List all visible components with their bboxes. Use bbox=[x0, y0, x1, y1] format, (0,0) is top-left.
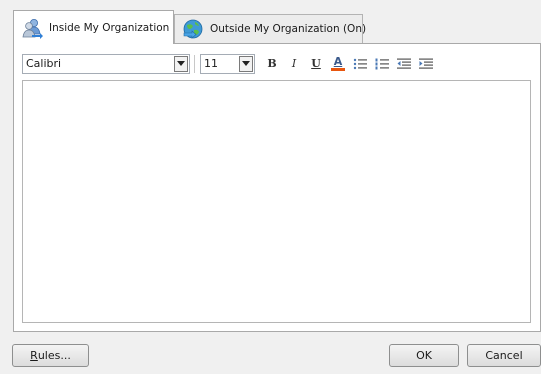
font-color-button[interactable]: A bbox=[329, 55, 347, 73]
toolbar-separator bbox=[194, 54, 195, 73]
ok-button[interactable]: OK bbox=[389, 344, 459, 367]
bold-button[interactable]: B bbox=[263, 55, 281, 73]
tab-outside-my-organization[interactable]: Outside My Organization (On) bbox=[174, 14, 367, 43]
globe-icon bbox=[182, 18, 204, 40]
font-color-icon: A bbox=[333, 55, 343, 68]
rules-label: ules... bbox=[37, 349, 71, 362]
message-editor[interactable] bbox=[22, 80, 531, 323]
italic-button[interactable]: I bbox=[285, 55, 303, 73]
font-name-value: Calibri bbox=[26, 57, 62, 70]
tab-inside-my-organization[interactable]: Inside My Organization bbox=[13, 10, 174, 44]
chevron-down-icon[interactable] bbox=[239, 55, 253, 72]
format-buttons: B I U A bbox=[263, 55, 439, 73]
rules-mnemonic: R bbox=[30, 349, 38, 362]
rules-button[interactable]: Rules... bbox=[12, 344, 89, 367]
tab-inside-label: Inside My Organization bbox=[49, 21, 170, 34]
font-color-swatch bbox=[331, 68, 345, 71]
tab-outside-label: Outside My Organization (On) bbox=[210, 23, 367, 35]
increase-indent-icon[interactable] bbox=[417, 55, 435, 73]
people-icon bbox=[21, 17, 43, 39]
formatting-toolbar: Calibri 11 B I U A bbox=[22, 53, 439, 74]
decrease-indent-icon[interactable] bbox=[395, 55, 413, 73]
message-panel: Calibri 11 B I U A bbox=[13, 43, 541, 332]
cancel-button[interactable]: Cancel bbox=[467, 344, 541, 367]
font-size-value: 11 bbox=[204, 57, 218, 70]
numbered-list-icon[interactable] bbox=[373, 55, 391, 73]
font-size-combobox[interactable]: 11 bbox=[200, 53, 255, 74]
chevron-down-icon[interactable] bbox=[174, 55, 188, 72]
underline-button[interactable]: U bbox=[307, 55, 325, 73]
font-name-combobox[interactable]: Calibri bbox=[22, 53, 190, 74]
bullet-list-icon[interactable] bbox=[351, 55, 369, 73]
